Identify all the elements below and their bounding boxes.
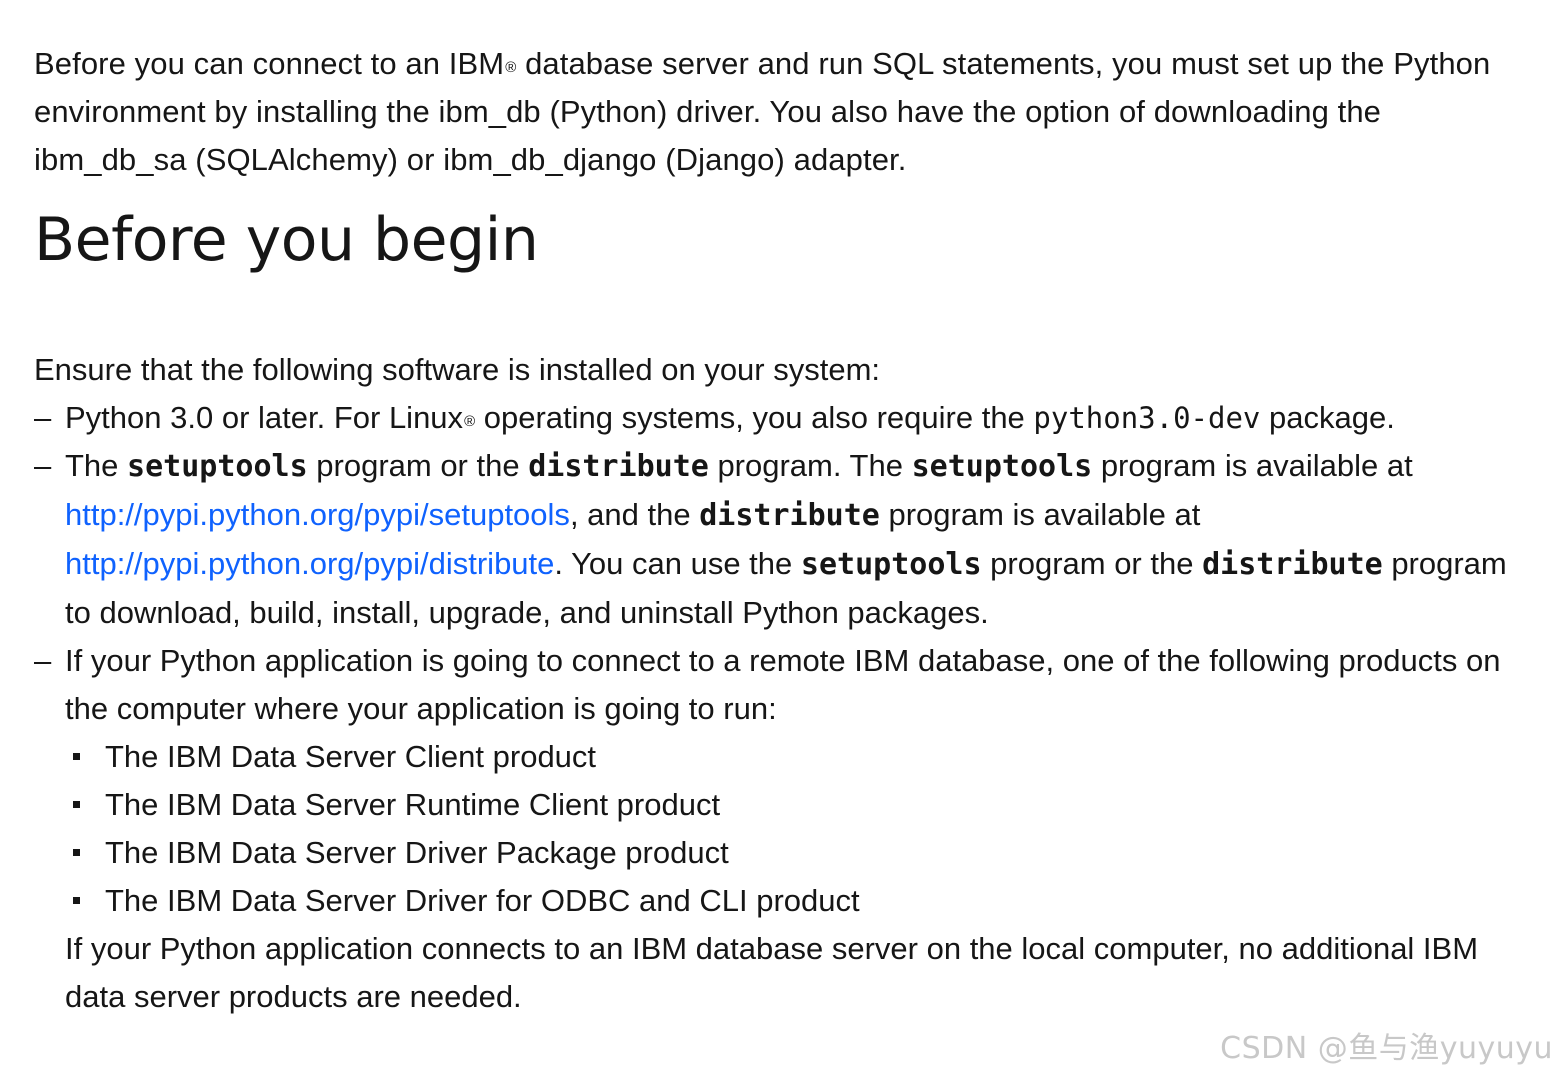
intro-text-part1: Before you can connect to an IBM	[34, 46, 505, 81]
item1-text-c: package.	[1260, 400, 1395, 435]
product-item: The IBM Data Server Runtime Client produ…	[65, 781, 1514, 829]
dash-bullet: –	[34, 643, 52, 678]
setuptools-code: setuptools	[800, 547, 982, 582]
item2-text-f: program is available at	[879, 497, 1201, 532]
item2-text-b: program or the	[307, 448, 529, 483]
requirements-list: – Python 3.0 or later. For Linux® operat…	[34, 394, 1514, 1021]
square-bullet	[73, 897, 80, 904]
setuptools-link[interactable]: http://pypi.python.org/pypi/setuptools	[65, 497, 570, 532]
product-item: The IBM Data Server Driver for ODBC and …	[65, 877, 1514, 925]
item2-text-a: The	[65, 448, 128, 483]
document-body: Before you can connect to an IBM® databa…	[34, 40, 1514, 1021]
setuptools-code: setuptools	[911, 449, 1093, 484]
products-list: The IBM Data Server Client product The I…	[65, 733, 1514, 925]
square-bullet	[73, 849, 80, 856]
package-code: python3.0-dev	[1033, 401, 1261, 435]
item2-text-c: program. The	[708, 448, 912, 483]
item2-text-g: . You can use the	[554, 546, 801, 581]
registered-mark: ®	[464, 413, 476, 430]
list-item-remote-db: – If your Python application is going to…	[34, 637, 1514, 1021]
item1-text-b: operating systems, you also require the	[475, 400, 1034, 435]
list-item-setuptools: – The setuptools program or the distribu…	[34, 442, 1514, 637]
square-bullet	[73, 753, 80, 760]
product-item: The IBM Data Server Driver Package produ…	[65, 829, 1514, 877]
watermark: CSDN @鱼与渔yuyuyu	[1220, 1031, 1553, 1066]
product-label: The IBM Data Server Driver Package produ…	[105, 835, 729, 870]
distribute-code: distribute	[1202, 547, 1383, 582]
item1-text-a: Python 3.0 or later. For Linux	[65, 400, 464, 435]
registered-mark: ®	[505, 59, 517, 76]
item2-text-e: , and the	[569, 497, 700, 532]
item2-text-d: program is available at	[1092, 448, 1413, 483]
product-label: The IBM Data Server Runtime Client produ…	[105, 787, 721, 822]
ensure-paragraph: Ensure that the following software is in…	[34, 352, 881, 387]
distribute-code: distribute	[528, 449, 709, 484]
dash-bullet: –	[34, 400, 52, 435]
section-heading: Before you begin	[34, 205, 539, 275]
setuptools-code: setuptools	[127, 449, 308, 484]
product-label: The IBM Data Server Driver for ODBC and …	[105, 883, 860, 918]
list-item-python: – Python 3.0 or later. For Linux® operat…	[34, 394, 1514, 442]
distribute-code: distribute	[699, 498, 880, 533]
dash-bullet: –	[34, 448, 52, 483]
square-bullet	[73, 801, 80, 808]
distribute-link[interactable]: http://pypi.python.org/pypi/distribute	[65, 546, 554, 581]
local-note: If your Python application connects to a…	[65, 931, 1479, 1014]
product-item: The IBM Data Server Client product	[65, 733, 1514, 781]
intro-paragraph: Before you can connect to an IBM® databa…	[34, 40, 1514, 184]
product-label: The IBM Data Server Client product	[105, 739, 597, 774]
item3-text: If your Python application is going to c…	[65, 643, 1501, 726]
item2-text-h: program or the	[981, 546, 1203, 581]
